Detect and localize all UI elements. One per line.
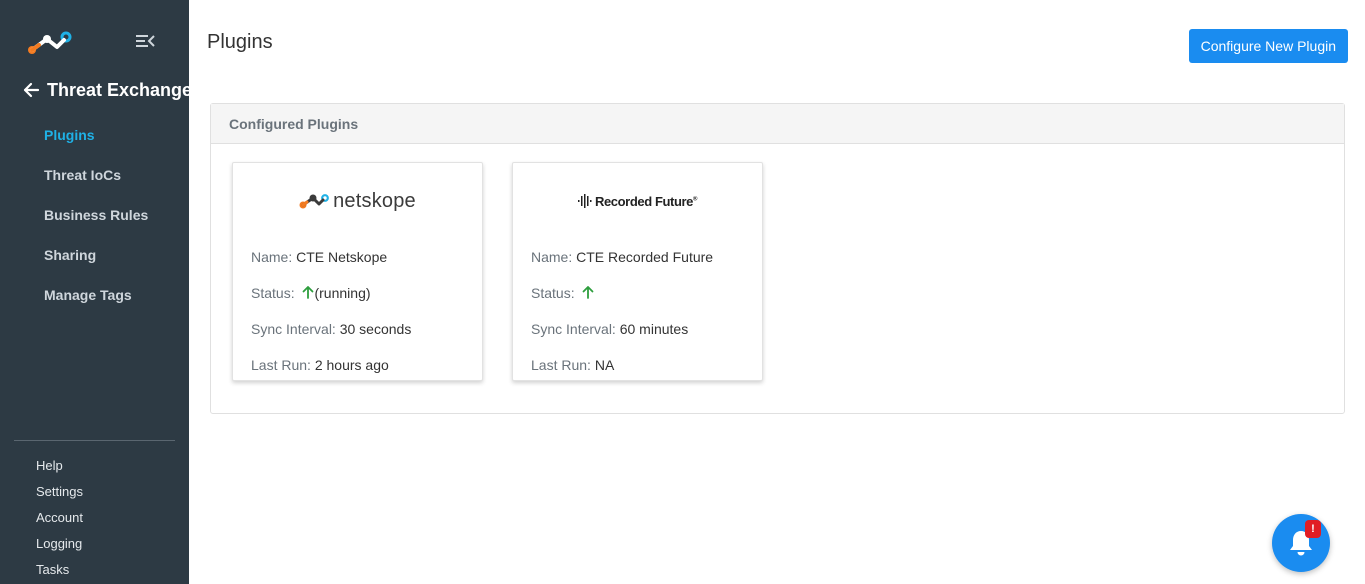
sidebar-divider (14, 440, 175, 441)
sidebar-item-help[interactable]: Help (0, 453, 189, 479)
plugin-last-run-row: Last Run: NA (513, 347, 762, 383)
netskope-logo-text: netskope (333, 189, 416, 212)
recorded-future-logo-name: Recorded Future (594, 193, 693, 209)
configure-new-plugin-button[interactable]: Configure New Plugin (1188, 29, 1348, 63)
main-content: Plugins Configure New Plugin Configured … (189, 0, 1365, 584)
plugin-status-row: Status: (513, 275, 762, 311)
arrow-up-icon (303, 286, 314, 299)
notification-badge: ! (1305, 520, 1321, 538)
plugin-last-run: NA (594, 357, 615, 373)
sidebar-item-tasks[interactable]: Tasks (0, 557, 189, 583)
configured-plugins-panel: Configured Plugins netskope Name: CTE Ne… (210, 103, 1345, 414)
plugin-sync-row: Sync Interval: 30 seconds (233, 311, 482, 347)
plugin-sync-interval: 30 seconds (339, 321, 412, 337)
sidebar-nav: Plugins Threat IoCs Business Rules Shari… (0, 115, 189, 315)
sync-interval-label: Sync Interval: (251, 321, 336, 337)
sidebar-item-manage-tags[interactable]: Manage Tags (0, 275, 189, 315)
recorded-future-logo-icon (577, 194, 592, 208)
plugin-name: CTE Recorded Future (576, 249, 714, 265)
page-title: Plugins (207, 31, 273, 53)
status-label: Status: (251, 285, 295, 301)
sidebar-item-sharing[interactable]: Sharing (0, 235, 189, 275)
name-label: Name: (251, 249, 293, 265)
netskope-logo-icon[interactable] (27, 30, 73, 56)
plugin-last-run: 2 hours ago (314, 357, 389, 373)
plugin-card-recorded-future[interactable]: Recorded Future® Name: CTE Recorded Futu… (512, 162, 763, 381)
plugin-sync-interval: 60 minutes (619, 321, 689, 337)
plugin-logo: netskope (233, 163, 482, 239)
plugin-name-row: Name: CTE Recorded Future (513, 239, 762, 275)
sidebar: Threat Exchange Plugins Threat IoCs Busi… (0, 0, 192, 584)
last-run-label: Last Run: (251, 357, 311, 373)
sync-interval-label: Sync Interval: (531, 321, 616, 337)
plugin-status-text: (running) (314, 285, 371, 301)
menu-collapse-icon[interactable] (135, 33, 155, 49)
registered-mark: ® (692, 196, 698, 203)
sidebar-item-business-rules[interactable]: Business Rules (0, 195, 189, 235)
section-title-threat-exchange[interactable]: Threat Exchange (22, 77, 192, 103)
section-title-label: Threat Exchange (47, 79, 193, 100)
plugin-card-netskope[interactable]: netskope Name: CTE Netskope Status: (run… (232, 162, 483, 381)
status-label: Status: (531, 285, 575, 301)
sidebar-item-account[interactable]: Account (0, 505, 189, 531)
sidebar-item-threat-iocs[interactable]: Threat IoCs (0, 155, 189, 195)
notifications-button[interactable]: ! (1272, 514, 1330, 572)
netskope-logo-icon (299, 194, 330, 209)
plugin-status-row: Status: (running) (233, 275, 482, 311)
last-run-label: Last Run: (531, 357, 591, 373)
sidebar-item-plugins[interactable]: Plugins (0, 115, 189, 155)
plugin-last-run-row: Last Run: 2 hours ago (233, 347, 482, 383)
name-label: Name: (531, 249, 573, 265)
plugin-name-row: Name: CTE Netskope (233, 239, 482, 275)
sidebar-item-settings[interactable]: Settings (0, 479, 189, 505)
arrow-left-icon (23, 82, 40, 98)
plugin-sync-row: Sync Interval: 60 minutes (513, 311, 762, 347)
plugin-name: CTE Netskope (296, 249, 388, 265)
sidebar-footer-nav: Help Settings Account Logging Tasks (0, 453, 189, 583)
recorded-future-logo-text: Recorded Future® (595, 194, 697, 209)
plugin-logo: Recorded Future® (513, 163, 762, 239)
arrow-up-icon (583, 286, 594, 299)
panel-title: Configured Plugins (211, 104, 1344, 144)
sidebar-item-logging[interactable]: Logging (0, 531, 189, 557)
